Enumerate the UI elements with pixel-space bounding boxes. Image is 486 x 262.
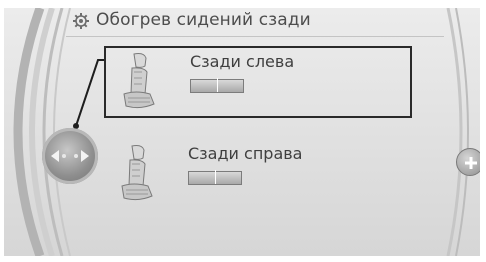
heat-level-indicator [188, 170, 242, 185]
plus-button[interactable] [456, 148, 480, 176]
plus-icon [465, 157, 477, 169]
idrive-screen: Обогрев сидений сзади Сзади слева Сзади … [0, 0, 486, 262]
seat-heating-panel: Обогрев сидений сзади Сзади слева Сзади … [4, 8, 480, 256]
menu-item-rear-left[interactable]: Сзади слева [104, 46, 412, 118]
menu-item-label: Сзади справа [188, 144, 303, 163]
menu-item-rear-right[interactable]: Сзади справа [104, 140, 408, 208]
arrow-right-icon[interactable] [81, 150, 89, 162]
heat-level-marker [215, 170, 216, 184]
heat-level-indicator [190, 78, 244, 93]
controller-dot [74, 154, 78, 158]
controller-knob-icon[interactable] [42, 128, 98, 184]
menu-item-label: Сзади слева [190, 52, 295, 71]
seat-icon [121, 145, 153, 201]
controller-dot [62, 154, 66, 158]
seat-icon [123, 53, 155, 109]
heat-level-marker [217, 78, 218, 92]
arrow-left-icon[interactable] [51, 150, 59, 162]
